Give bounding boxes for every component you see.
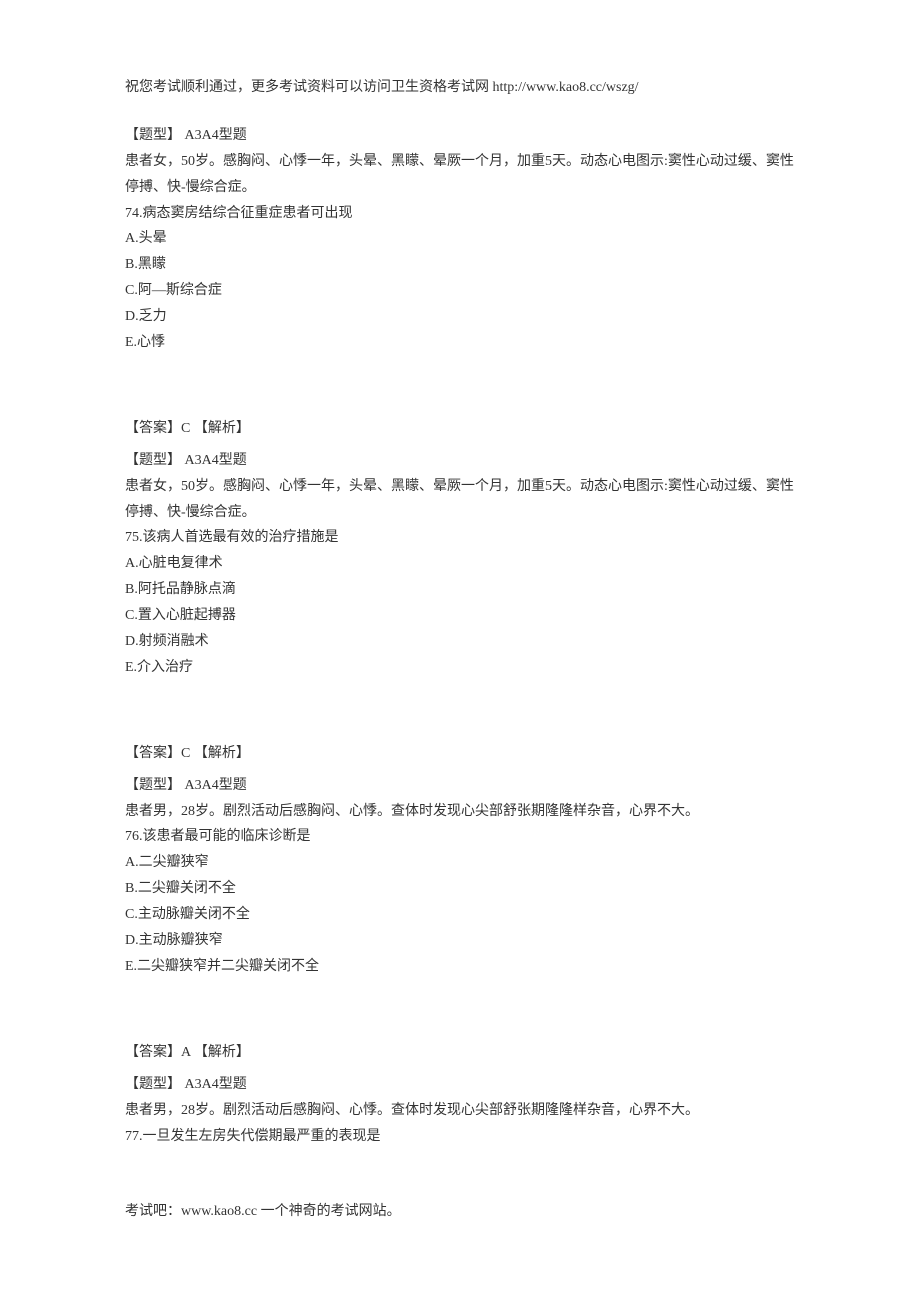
- question-prompt: 74.病态窦房结综合征重症患者可出现: [125, 201, 795, 227]
- answer-76: 【答案】A 【解析】: [125, 1040, 795, 1066]
- question-stem: 患者男，28岁。剧烈活动后感胸闷、心悸。查体时发现心尖部舒张期隆隆样杂音，心界不…: [125, 1098, 795, 1124]
- answer-label: 【答案】C: [125, 421, 190, 436]
- question-prompt: 75.该病人首选最有效的治疗措施是: [125, 525, 795, 551]
- question-prompt: 77.一旦发生左房失代偿期最严重的表现是: [125, 1124, 795, 1150]
- option-a: A.头晕: [125, 226, 795, 252]
- analysis-label: 【解析】: [194, 421, 250, 436]
- question-type: 【题型】 A3A4型题: [125, 773, 795, 799]
- option-e: E.二尖瓣狭窄并二尖瓣关闭不全: [125, 954, 795, 980]
- question-stem: 患者女，50岁。感胸闷、心悸一年，头晕、黑矇、晕厥一个月，加重5天。动态心电图示…: [125, 474, 795, 526]
- option-b: B.阿托品静脉点滴: [125, 577, 795, 603]
- question-77: 【题型】 A3A4型题 患者男，28岁。剧烈活动后感胸闷、心悸。查体时发现心尖部…: [125, 1072, 795, 1150]
- question-stem: 患者女，50岁。感胸闷、心悸一年，头晕、黑矇、晕厥一个月，加重5天。动态心电图示…: [125, 149, 795, 201]
- question-type: 【题型】 A3A4型题: [125, 123, 795, 149]
- question-prompt: 76.该患者最可能的临床诊断是: [125, 824, 795, 850]
- question-type: 【题型】 A3A4型题: [125, 1072, 795, 1098]
- option-e: E.介入治疗: [125, 655, 795, 681]
- header-text: 祝您考试顺利通过，更多考试资料可以访问卫生资格考试网 http://www.ka…: [125, 80, 639, 95]
- page-header: 祝您考试顺利通过，更多考试资料可以访问卫生资格考试网 http://www.ka…: [125, 75, 795, 101]
- analysis-label: 【解析】: [194, 1045, 250, 1060]
- option-c: C.阿—斯综合症: [125, 278, 795, 304]
- analysis-label: 【解析】: [194, 746, 250, 761]
- page-footer: 考试吧：www.kao8.cc 一个神奇的考试网站。: [125, 1199, 795, 1225]
- option-a: A.二尖瓣狭窄: [125, 850, 795, 876]
- question-76: 【题型】 A3A4型题 患者男，28岁。剧烈活动后感胸闷、心悸。查体时发现心尖部…: [125, 773, 795, 980]
- option-e: E.心悸: [125, 330, 795, 356]
- question-75: 【题型】 A3A4型题 患者女，50岁。感胸闷、心悸一年，头晕、黑矇、晕厥一个月…: [125, 448, 795, 681]
- question-stem: 患者男，28岁。剧烈活动后感胸闷、心悸。查体时发现心尖部舒张期隆隆样杂音，心界不…: [125, 799, 795, 825]
- answer-label: 【答案】A: [125, 1045, 190, 1060]
- answer-75: 【答案】C 【解析】: [125, 741, 795, 767]
- option-c: C.主动脉瓣关闭不全: [125, 902, 795, 928]
- option-b: B.二尖瓣关闭不全: [125, 876, 795, 902]
- answer-label: 【答案】C: [125, 746, 190, 761]
- option-a: A.心脏电复律术: [125, 551, 795, 577]
- question-74: 【题型】 A3A4型题 患者女，50岁。感胸闷、心悸一年，头晕、黑矇、晕厥一个月…: [125, 123, 795, 356]
- option-d: D.乏力: [125, 304, 795, 330]
- option-b: B.黑矇: [125, 252, 795, 278]
- option-d: D.射频消融术: [125, 629, 795, 655]
- option-d: D.主动脉瓣狭窄: [125, 928, 795, 954]
- answer-74: 【答案】C 【解析】: [125, 416, 795, 442]
- option-c: C.置入心脏起搏器: [125, 603, 795, 629]
- question-type: 【题型】 A3A4型题: [125, 448, 795, 474]
- footer-text: 考试吧：www.kao8.cc 一个神奇的考试网站。: [125, 1204, 401, 1219]
